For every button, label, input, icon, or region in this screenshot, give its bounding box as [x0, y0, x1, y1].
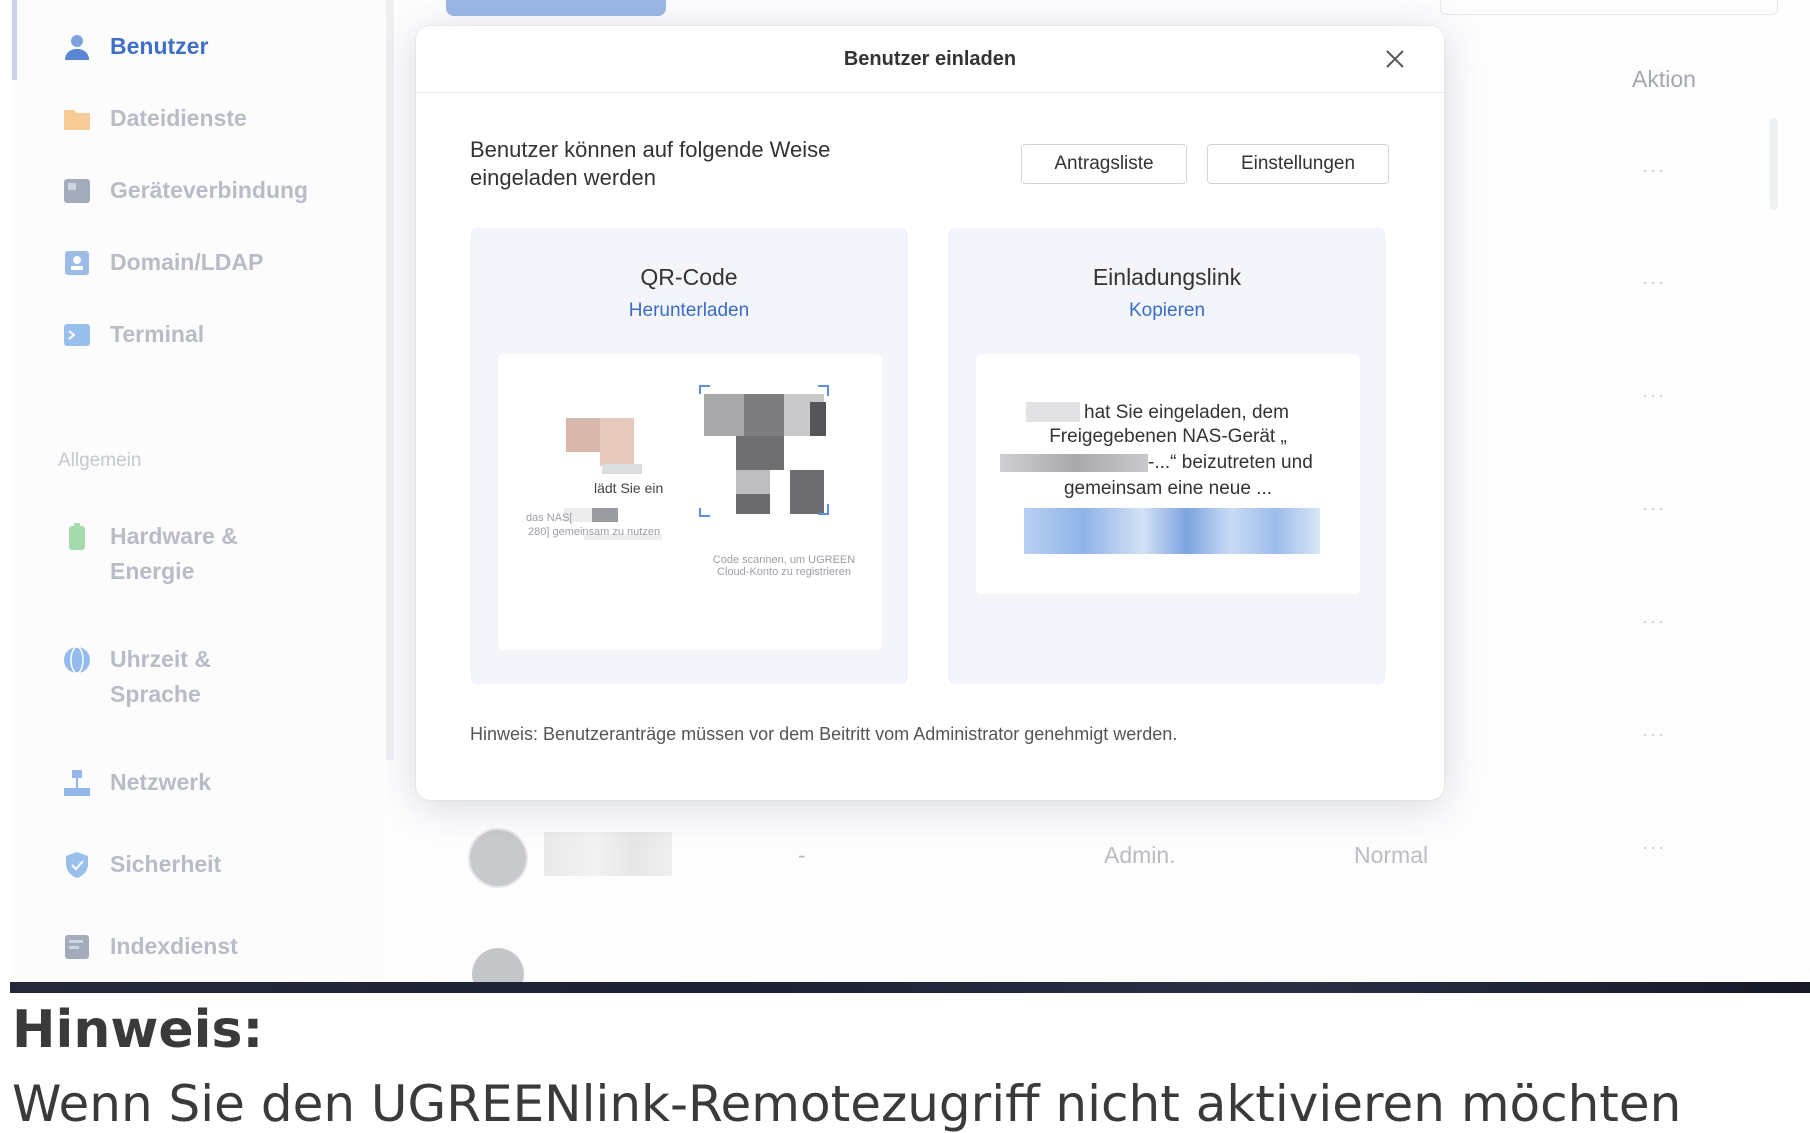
row-action-menu[interactable]: ··· — [1642, 160, 1666, 181]
network-icon — [62, 768, 92, 798]
domain-icon — [62, 248, 92, 278]
sidebar-item-label: Geräteverbindung — [110, 177, 309, 203]
sidebar-item-label: Domain/LDAP — [110, 249, 264, 275]
request-list-button[interactable]: Antragsliste — [1021, 144, 1187, 184]
avatar — [468, 828, 528, 888]
search-input[interactable] — [1440, 0, 1778, 15]
sidebar-item-label-line2: Sprache — [110, 681, 201, 707]
invite-link-card: Einladungslink Kopieren hat Sie eingelad… — [948, 228, 1386, 684]
row-action-menu[interactable]: ··· — [1642, 272, 1666, 293]
sidebar-divider — [386, 0, 394, 760]
close-icon[interactable] — [1380, 44, 1410, 74]
page-paragraph: Wenn Sie den UGREENlink-Remotezugriff ni… — [12, 1075, 1682, 1133]
invite-link-preview: hat Sie eingeladen, dem Freigegebenen NA… — [976, 354, 1360, 594]
sidebar-item-terminal[interactable]: Terminal — [62, 320, 204, 355]
link-preview-line: -...“ beizutreten und — [1148, 452, 1313, 473]
dialog-header: Benutzer einladen — [416, 26, 1444, 93]
download-qr-link[interactable]: Herunterladen — [470, 300, 908, 322]
device-icon — [62, 176, 92, 206]
link-preview-line: Freigegebenen NAS-Gerät „ — [1049, 426, 1287, 447]
row-action-menu[interactable]: ··· — [1642, 385, 1666, 406]
invite-user-dialog: Benutzer einladen Benutzer können auf fo… — [416, 26, 1444, 800]
link-preview-line: hat Sie eingeladen, dem — [1084, 402, 1289, 423]
qr-invite-text: lädt Sie ein — [594, 480, 664, 496]
row-action-menu[interactable]: ··· — [1642, 611, 1666, 632]
scrollbar[interactable] — [1770, 118, 1778, 210]
sidebar-item-label: Indexdienst — [110, 933, 238, 959]
hardware-icon — [62, 522, 92, 552]
sidebar-item-indexdienst[interactable]: Indexdienst — [62, 932, 238, 967]
dialog-note: Hinweis: Benutzeranträge müssen vor dem … — [470, 724, 1178, 744]
sidebar: Benutzer Dateidienste Geräteverbindung D… — [12, 0, 384, 982]
globe-icon — [62, 645, 92, 675]
sidebar-section-title: Allgemein — [58, 450, 142, 471]
settings-window: Benutzer Dateidienste Geräteverbindung D… — [12, 0, 1810, 982]
row-action-menu[interactable]: ··· — [1642, 724, 1666, 745]
sidebar-item-domain-ldap[interactable]: Domain/LDAP — [62, 248, 263, 283]
dialog-title: Benutzer einladen — [843, 48, 1017, 70]
sidebar-item-sicherheit[interactable]: Sicherheit — [62, 850, 221, 885]
sidebar-item-label: Dateidienste — [110, 105, 247, 131]
sidebar-item-hardware[interactable]: Hardware & Energie — [62, 522, 238, 592]
row-action-menu[interactable]: ··· — [1642, 498, 1666, 519]
shield-icon — [62, 850, 92, 880]
redacted-device-name — [1000, 454, 1148, 472]
qr-share-text: das NAS[ — [526, 512, 573, 524]
sidebar-item-dateidienste[interactable]: Dateidienste — [62, 104, 247, 139]
primary-action-button[interactable] — [446, 0, 666, 16]
qr-preview-image — [564, 385, 829, 540]
copy-link-button[interactable]: Kopieren — [948, 300, 1386, 322]
table-cell: - — [798, 842, 806, 868]
column-header-aktion: Aktion — [1632, 66, 1696, 92]
row-action-menu[interactable]: ··· — [1642, 837, 1666, 858]
qr-card-title: QR-Code — [640, 264, 738, 290]
sidebar-item-benutzer[interactable]: Benutzer — [62, 32, 208, 67]
sidebar-item-label: Sicherheit — [110, 851, 222, 877]
sidebar-item-label-line2: Energie — [110, 558, 195, 584]
qr-share-text-2: 280] gemeinsam zu nutzen — [528, 526, 661, 538]
sidebar-item-netzwerk[interactable]: Netzwerk — [62, 768, 211, 803]
qr-code-image — [699, 385, 829, 517]
folder-icon — [62, 104, 92, 134]
qr-scan-text: Code scannen, um UGREEN Cloud-Konto zu r… — [712, 554, 856, 578]
table-cell-status: Normal — [1354, 842, 1429, 868]
redacted-link-url — [1024, 508, 1320, 554]
window-edge — [12, 0, 17, 80]
table-cell-role: Admin. — [1104, 842, 1176, 868]
redacted-name — [1026, 402, 1080, 422]
sidebar-item-label: Netzwerk — [110, 769, 211, 795]
index-icon — [62, 932, 92, 962]
sidebar-item-label: Terminal — [110, 321, 205, 347]
desktop-background-strip — [10, 982, 1810, 993]
user-name-redacted — [544, 832, 672, 876]
dialog-intro-text: Benutzer können auf folgende Weise einge… — [470, 137, 831, 190]
sidebar-item-label: Benutzer — [110, 33, 209, 59]
page-heading: Hinweis: — [12, 1000, 264, 1060]
sidebar-item-uhrzeit[interactable]: Uhrzeit & Sprache — [62, 645, 211, 715]
terminal-icon — [62, 320, 92, 350]
link-card-title: Einladungslink — [1092, 264, 1242, 290]
qr-code-card: QR-Code Herunterladen lädt Sie ein das N… — [470, 228, 908, 684]
settings-button[interactable]: Einstellungen — [1207, 144, 1389, 184]
user-icon — [62, 32, 92, 62]
link-preview-line: gemeinsam eine neue ... — [1063, 478, 1273, 499]
sidebar-item-geraeteverbindung[interactable]: Geräteverbindung — [62, 176, 308, 211]
avatar — [472, 948, 524, 982]
qr-preview: lädt Sie ein das NAS[ 280] gemeinsam zu … — [498, 354, 882, 650]
